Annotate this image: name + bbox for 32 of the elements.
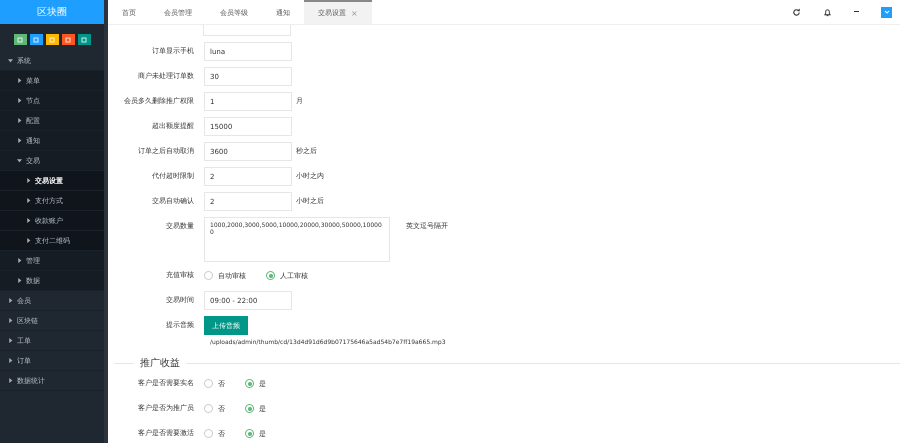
chevron-down-icon <box>884 10 890 14</box>
caret-right-icon <box>8 358 13 363</box>
caret-down-icon <box>8 58 13 63</box>
radio-icon[interactable] <box>245 379 254 388</box>
radio-icon[interactable] <box>204 404 213 413</box>
caret-right-icon <box>26 238 31 243</box>
radio-icon[interactable] <box>204 429 213 438</box>
caret-right-icon <box>26 218 31 223</box>
caret-right-icon <box>17 118 22 123</box>
minus-icon[interactable] <box>854 11 859 13</box>
caret-right-icon <box>17 78 22 83</box>
caret-right-icon <box>17 258 22 263</box>
caret-right-icon <box>17 278 22 283</box>
bell-icon[interactable] <box>823 8 832 16</box>
section-title: 推广收益 <box>140 356 180 370</box>
caret-right-icon <box>26 198 31 203</box>
radio-icon[interactable] <box>245 429 254 438</box>
radio-icon[interactable] <box>245 404 254 413</box>
dropdown-button[interactable] <box>881 6 892 18</box>
caret-right-icon <box>26 178 31 183</box>
radio-icon[interactable] <box>204 271 213 280</box>
caret-right-icon <box>17 98 22 103</box>
caret-down-icon <box>17 158 22 163</box>
refresh-icon[interactable] <box>792 8 801 16</box>
caret-right-icon <box>17 138 22 143</box>
radio-icon[interactable] <box>204 379 213 388</box>
caret-right-icon <box>8 318 13 323</box>
logo: 区块圈 <box>0 0 104 24</box>
caret-right-icon <box>8 338 13 343</box>
caret-right-icon <box>8 298 13 303</box>
caret-right-icon <box>8 378 13 383</box>
radio-icon[interactable] <box>266 271 275 280</box>
